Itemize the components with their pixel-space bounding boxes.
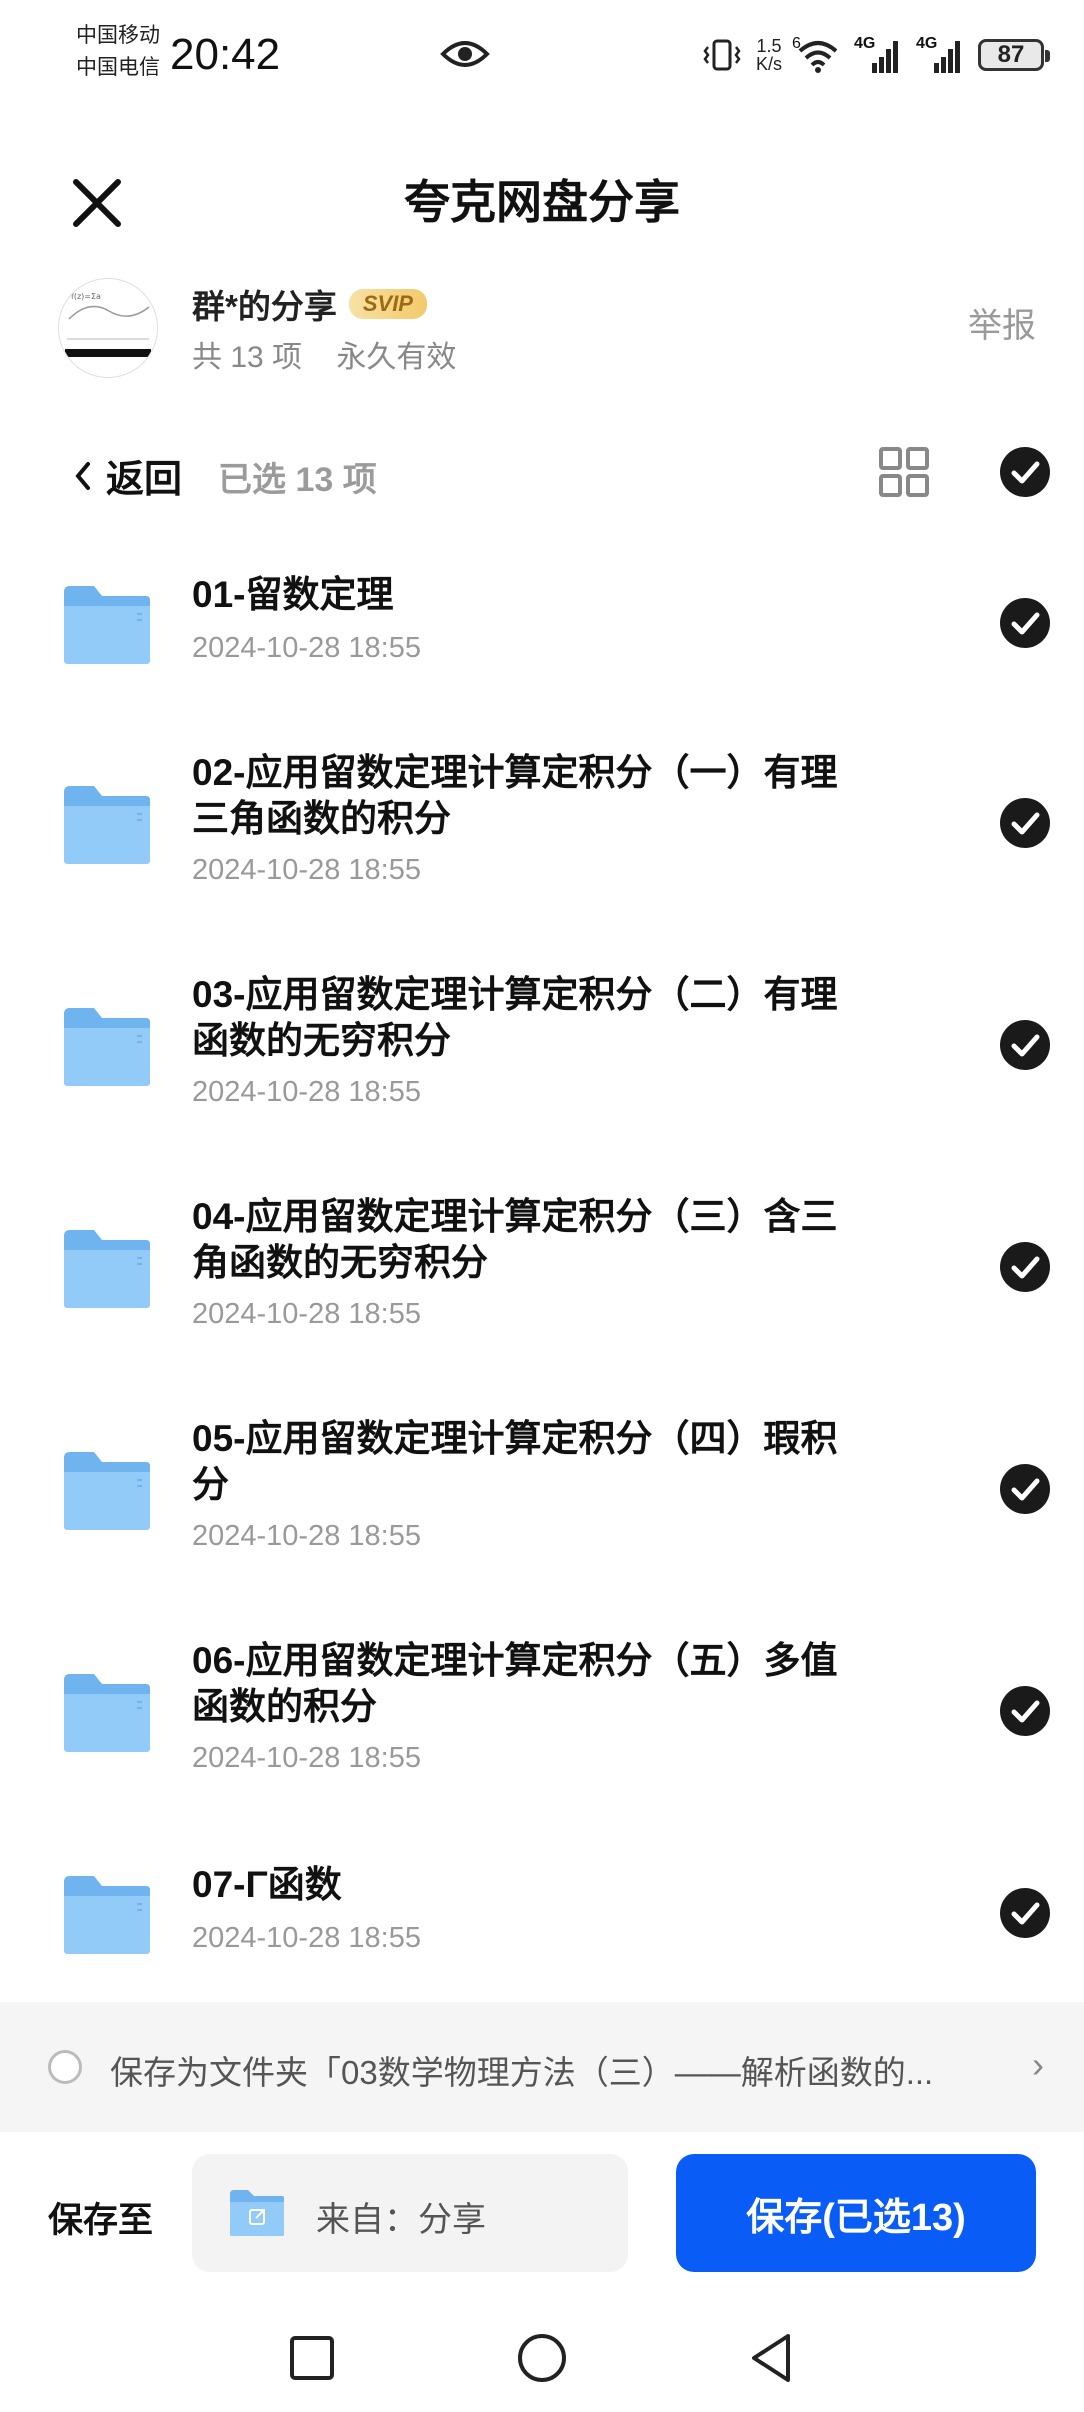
page-title: 夸克网盘分享 xyxy=(404,176,680,228)
svg-text:f(z)=Σa: f(z)=Σa xyxy=(71,292,101,301)
file-date: 2024-10-28 18:55 xyxy=(192,1520,421,1552)
report-link[interactable]: 举报 xyxy=(968,298,1036,347)
destination-label: 来自：分享 xyxy=(316,2201,486,2239)
check-icon xyxy=(1011,1902,1040,1925)
check-icon xyxy=(1011,461,1040,484)
file-name: 05-应用留数定理计算定积分（四）瑕积分 xyxy=(192,1418,838,1505)
signal-icon-2: 4G xyxy=(916,35,964,75)
folder-icon xyxy=(62,582,152,666)
file-checkbox[interactable] xyxy=(1000,1464,1050,1514)
save-as-folder-option[interactable]: 保存为文件夹「03数学物理方法（三）——解析函数的... › xyxy=(0,2002,1084,2132)
file-checkbox[interactable] xyxy=(1000,598,1050,648)
status-icons: 1.5 K/s 6 4G 4G 87 xyxy=(702,30,1050,80)
signal-icon-1: 4G xyxy=(854,35,902,75)
file-row[interactable]: 03-应用留数定理计算定积分（二）有理函数的无穷积分 2024-10-28 18… xyxy=(0,962,1084,1132)
file-row[interactable]: 02-应用留数定理计算定积分（一）有理三角函数的积分 2024-10-28 18… xyxy=(0,740,1084,910)
check-icon xyxy=(1011,1256,1040,1279)
check-icon xyxy=(1011,1034,1040,1057)
clock: 20:42 xyxy=(170,30,281,79)
folder-icon xyxy=(62,1670,152,1754)
svip-badge: SVIP xyxy=(348,289,427,319)
file-checkbox[interactable] xyxy=(1000,1888,1050,1938)
folder-icon xyxy=(62,1872,152,1956)
file-date: 2024-10-28 18:55 xyxy=(192,1742,421,1774)
item-count: 共 13 项 xyxy=(192,341,303,374)
share-owner-name: 群*的分享 xyxy=(192,288,337,325)
folder-icon xyxy=(62,1004,152,1088)
file-row[interactable]: 04-应用留数定理计算定积分（三）含三角函数的无穷积分 2024-10-28 1… xyxy=(0,1184,1084,1354)
grid-view-icon[interactable] xyxy=(878,446,930,498)
wifi-icon: 6 xyxy=(792,35,840,75)
chevron-right-icon: › xyxy=(1032,2044,1044,2085)
chevron-left-icon xyxy=(75,461,90,490)
file-name: 02-应用留数定理计算定积分（一）有理三角函数的积分 xyxy=(192,752,838,839)
file-checkbox[interactable] xyxy=(1000,1020,1050,1070)
file-name: 04-应用留数定理计算定积分（三）含三角函数的无穷积分 xyxy=(192,1196,838,1283)
home-button[interactable] xyxy=(512,2328,572,2388)
back-nav-button[interactable] xyxy=(742,2328,802,2388)
file-date: 2024-10-28 18:55 xyxy=(192,1298,421,1330)
file-checkbox[interactable] xyxy=(1000,1242,1050,1292)
folder-icon xyxy=(62,782,152,866)
check-icon xyxy=(1011,812,1040,835)
file-date: 2024-10-28 18:55 xyxy=(192,632,421,664)
recents-button[interactable] xyxy=(282,2328,342,2388)
save-button[interactable]: 保存(已选13) xyxy=(676,2154,1036,2272)
file-name: 07-Γ函数 xyxy=(192,1864,342,1905)
folder-icon xyxy=(62,1448,152,1532)
back-label: 返回 xyxy=(106,459,183,501)
check-icon xyxy=(1011,612,1040,635)
share-owner: 群*的分享 SVIP xyxy=(192,280,427,328)
net-speed: 1.5 K/s xyxy=(755,36,782,74)
selected-count: 已选 13 项 xyxy=(218,461,377,499)
validity: 永久有效 xyxy=(336,341,457,374)
file-date: 2024-10-28 18:55 xyxy=(192,854,421,886)
folder-icon xyxy=(62,1226,152,1310)
file-name: 01-留数定理 xyxy=(192,574,394,615)
carrier-1: 中国移动 xyxy=(76,24,160,47)
back-button[interactable]: 返回 xyxy=(74,448,182,503)
file-name: 03-应用留数定理计算定积分（二）有理函数的无穷积分 xyxy=(192,974,838,1061)
save-as-folder-label: 保存为文件夹「03数学物理方法（三）——解析函数的... xyxy=(110,2054,934,2091)
avatar: f(z)=Σa xyxy=(58,278,158,378)
check-icon xyxy=(1011,1700,1040,1723)
check-icon xyxy=(1011,1478,1040,1501)
vibrate-icon xyxy=(703,39,741,71)
folder-link-icon xyxy=(228,2188,286,2238)
file-row[interactable]: 01-留数定理 2024-10-28 18:55 xyxy=(0,560,1084,700)
battery-indicator: 87 xyxy=(978,39,1050,71)
system-nav-bar xyxy=(0,2300,1084,2412)
file-row[interactable]: 05-应用留数定理计算定积分（四）瑕积分 2024-10-28 18:55 xyxy=(0,1406,1084,1576)
file-checkbox[interactable] xyxy=(1000,798,1050,848)
carrier-2: 中国电信 xyxy=(76,56,160,79)
save-as-folder-radio[interactable] xyxy=(48,2050,82,2084)
destination-picker[interactable]: 来自：分享 xyxy=(192,2154,628,2272)
file-row[interactable]: 06-应用留数定理计算定积分（五）多值函数的积分 2024-10-28 18:5… xyxy=(0,1628,1084,1798)
eye-icon xyxy=(440,36,490,72)
save-to-label: 保存至 xyxy=(48,2201,154,2240)
file-row[interactable]: 07-Γ函数 2024-10-28 18:55 xyxy=(0,1850,1084,1990)
file-name: 06-应用留数定理计算定积分（五）多值函数的积分 xyxy=(192,1640,838,1727)
share-meta: 共 13 项 永久有效 xyxy=(192,332,482,376)
file-date: 2024-10-28 18:55 xyxy=(192,1076,421,1108)
select-all-checkbox[interactable] xyxy=(1000,447,1050,497)
file-checkbox[interactable] xyxy=(1000,1686,1050,1736)
file-date: 2024-10-28 18:55 xyxy=(192,1922,421,1954)
